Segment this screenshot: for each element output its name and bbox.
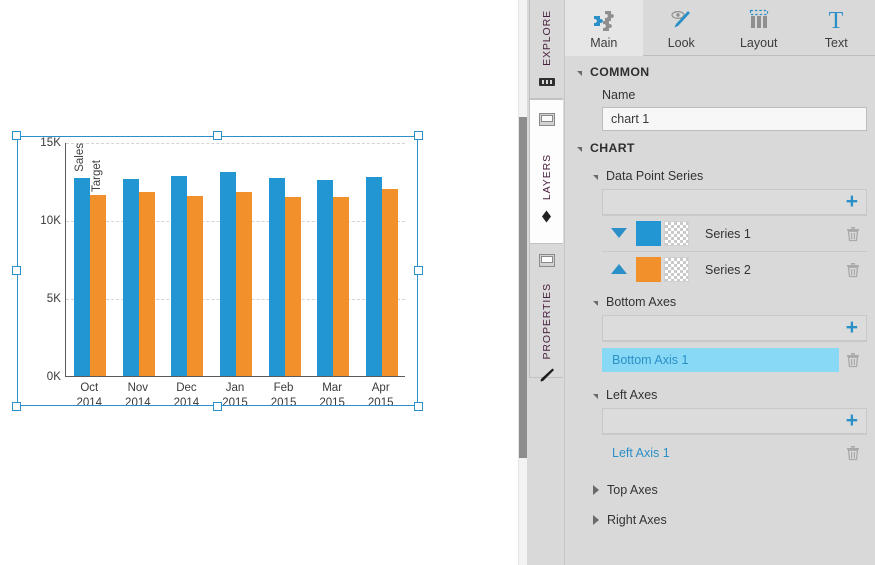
panel-dock-icon-2 (538, 254, 556, 267)
layers-icon (538, 207, 556, 225)
design-canvas[interactable]: 0K 5K 10K 15K Sales Target Oct 2014 Nov 2014 Dec 2… (0, 0, 518, 565)
add-series-button[interactable]: + (602, 189, 867, 215)
properties-panel: Main Look Layout T Text COMMON Name char… (565, 0, 875, 565)
vertical-tab-properties-label: PROPERTIES (540, 283, 553, 360)
eye-brush-icon (668, 7, 694, 33)
vertical-tab-properties[interactable]: PROPERTIES (529, 243, 563, 381)
arrow-up-icon (611, 263, 627, 274)
resize-handle-bottom-left[interactable] (12, 402, 21, 411)
section-common-title: COMMON (590, 65, 650, 79)
chevron-down-icon-left-axes[interactable] (593, 393, 598, 399)
resize-handle-bottom-center[interactable] (212, 402, 222, 411)
tab-text[interactable]: T Text (798, 0, 875, 56)
arrow-down-icon (611, 227, 627, 238)
text-t-icon: T (823, 7, 849, 33)
series-row-2[interactable]: Series 2 (602, 251, 867, 287)
subsection-left-axes-title: Left Axes (606, 388, 658, 402)
panel-tab-bar[interactable]: Main Look Layout T Text (565, 0, 875, 56)
vertical-tab-strip[interactable]: EXPLORE LAYERS PROPERTIES (527, 0, 565, 565)
plus-icon-bottom-axes: + (845, 316, 858, 339)
vertical-tab-layers[interactable]: LAYERS (529, 99, 563, 244)
series-2-stroke-swatch[interactable] (664, 257, 689, 282)
chevron-down-icon-chart[interactable] (577, 146, 582, 152)
subsection-right-axes-title: Right Axes (607, 513, 667, 527)
series-2-name[interactable]: Series 2 (692, 263, 839, 277)
vertical-tab-explore-label: EXPLORE (540, 10, 553, 66)
chevron-down-icon[interactable] (577, 70, 582, 76)
name-input[interactable]: chart 1 (602, 107, 867, 131)
resize-handle-top-center[interactable] (212, 131, 222, 140)
pencil-icon (538, 367, 556, 383)
resize-handle-bottom-right[interactable] (414, 402, 423, 411)
left-axis-1-delete-button[interactable] (839, 445, 867, 461)
subsection-bottom-axes-title: Bottom Axes (606, 295, 677, 309)
svg-text:T: T (829, 8, 844, 32)
subsection-top-axes[interactable]: Top Axes (565, 470, 875, 502)
vertical-tab-layers-label: LAYERS (540, 154, 553, 201)
resize-handle-middle-right[interactable] (414, 266, 423, 275)
section-common[interactable]: COMMON (565, 56, 875, 85)
tab-look[interactable]: Look (643, 0, 721, 56)
section-chart[interactable]: CHART (565, 131, 875, 161)
series-2-move-up-button[interactable] (602, 261, 636, 279)
chevron-right-icon-top-axes[interactable] (593, 485, 599, 495)
tab-text-label: Text (824, 35, 848, 50)
tab-look-label: Look (667, 35, 695, 50)
series-row-1[interactable]: Series 1 (602, 215, 867, 251)
series-1-stroke-swatch[interactable] (664, 221, 689, 246)
tab-main[interactable]: Main (565, 0, 643, 56)
bottom-axis-1-delete-button[interactable] (839, 352, 867, 368)
series-1-move-down-button[interactable] (602, 225, 636, 243)
vertical-tab-explore[interactable]: EXPLORE (529, 0, 563, 99)
resize-handle-top-right[interactable] (414, 131, 423, 140)
left-axis-row-1[interactable]: Left Axis 1 (602, 434, 867, 470)
selection-frame (12, 131, 423, 411)
series-2-delete-button[interactable] (839, 262, 867, 278)
resize-handle-top-left[interactable] (12, 131, 21, 140)
series-1-fill-swatch[interactable] (636, 221, 661, 246)
tab-layout[interactable]: Layout (720, 0, 798, 56)
plus-icon-left-axes: + (845, 409, 858, 432)
left-axis-1-name[interactable]: Left Axis 1 (602, 446, 839, 460)
canvas-vertical-scrollbar[interactable] (518, 0, 528, 565)
bottom-axis-row-1[interactable]: Bottom Axis 1 (602, 341, 867, 377)
chevron-down-icon-bottom-axes[interactable] (593, 300, 598, 306)
puzzle-icon (591, 7, 617, 33)
subsection-top-axes-title: Top Axes (607, 483, 658, 497)
explore-icon (538, 73, 556, 91)
subsection-data-point-series-title: Data Point Series (606, 169, 704, 183)
subsection-right-axes[interactable]: Right Axes (565, 502, 875, 532)
name-field-label: Name (602, 88, 636, 102)
series-1-name[interactable]: Series 1 (692, 227, 839, 241)
section-chart-title: CHART (590, 141, 635, 155)
tab-layout-label: Layout (739, 35, 778, 50)
add-left-axis-button[interactable]: + (602, 408, 867, 434)
series-2-fill-swatch[interactable] (636, 257, 661, 282)
subsection-bottom-axes[interactable]: Bottom Axes (565, 287, 875, 314)
add-bottom-axis-button[interactable]: + (602, 315, 867, 341)
chevron-down-icon-series[interactable] (593, 174, 598, 180)
application-window: 0K 5K 10K 15K Sales Target Oct 2014 Nov 2014 Dec 2… (0, 0, 875, 565)
resize-handle-middle-left[interactable] (12, 266, 21, 275)
chevron-right-icon-right-axes[interactable] (593, 515, 599, 525)
bottom-axis-1-name[interactable]: Bottom Axis 1 (602, 347, 839, 372)
columns-icon (746, 7, 772, 33)
panel-dock-icon (538, 110, 556, 128)
series-1-delete-button[interactable] (839, 226, 867, 242)
subsection-left-axes[interactable]: Left Axes (565, 377, 875, 407)
subsection-data-point-series[interactable]: Data Point Series (565, 161, 875, 188)
plus-icon: + (845, 190, 858, 213)
tab-main-label: Main (590, 35, 618, 50)
